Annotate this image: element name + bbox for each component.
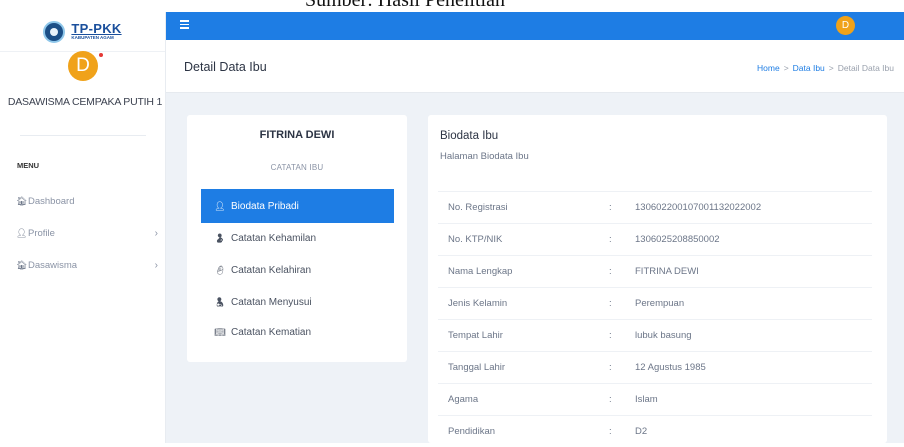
breadcrumb-separator: > xyxy=(783,63,789,73)
hamburger-icon[interactable] xyxy=(180,20,189,30)
profile-card: FITRINA DEWI CATATAN IBU 👤︎ Biodata Prib… xyxy=(187,115,407,362)
logo-subtitle: KABUPATEN AGAM xyxy=(71,35,114,41)
baby-icon: 👶︎ xyxy=(214,264,226,275)
table-row: Jenis Kelamin : Perempuan xyxy=(438,287,872,319)
field-colon: : xyxy=(609,330,612,341)
menu-label: Catatan Kelahiran xyxy=(231,264,312,276)
menu-heading: MENU xyxy=(17,161,40,170)
field-label: No. Registrasi xyxy=(448,202,508,213)
field-colon: : xyxy=(609,234,612,245)
menu-catatan-kelahiran[interactable]: 👶︎ Catatan Kelahiran xyxy=(201,253,394,287)
menu-label: Catatan Kehamilan xyxy=(231,232,317,244)
table-row: Tanggal Lahir : 12 Agustus 1985 xyxy=(438,351,872,383)
user-name: DASAWISMA CEMPAKA PUTIH 1 xyxy=(7,96,163,108)
sidebar-item-label: Dasawisma xyxy=(28,260,78,271)
menu-catatan-menyusui[interactable]: 🤱︎ Catatan Menyusui xyxy=(201,285,394,319)
breadcrumb: Home > Data Ibu > Detail Data Ibu xyxy=(757,63,894,73)
field-colon: : xyxy=(609,298,612,309)
logo-title: TP-PKK xyxy=(71,21,122,37)
profile-name: FITRINA DEWI xyxy=(259,129,335,141)
table-row: Pendidikan : D2 xyxy=(438,415,872,447)
chevron-right-icon: › xyxy=(154,228,158,239)
breadcrumb-separator: > xyxy=(828,63,834,73)
table-row: Tempat Lahir : lubuk basung xyxy=(438,319,872,351)
table-row: No. KTP/NIK : 1306025208850002 xyxy=(438,223,872,255)
menu-catatan-kehamilan[interactable]: 🤰︎ Catatan Kehamilan xyxy=(201,221,394,255)
field-colon: : xyxy=(609,266,612,277)
field-label: Tempat Lahir xyxy=(448,330,503,341)
logo[interactable]: TP-PKK KABUPATEN AGAM xyxy=(0,12,165,52)
sidebar-item-dasawisma[interactable]: 🏠︎ Dasawisma › xyxy=(16,260,158,271)
book-icon: 📖︎ xyxy=(214,326,226,337)
field-label: No. KTP/NIK xyxy=(448,234,503,245)
menu-catatan-kematian[interactable]: 📖︎ Catatan Kematian xyxy=(201,315,394,349)
field-value: Perempuan xyxy=(635,298,685,309)
home-icon: 🏠︎ xyxy=(16,196,28,206)
field-colon: : xyxy=(609,426,612,437)
field-value: FITRINA DEWI xyxy=(635,266,699,277)
biodata-table: No. Registrasi : 13060220010700113202200… xyxy=(438,191,872,447)
figure-caption: Sumber: Hasil Penelitian xyxy=(0,0,904,12)
field-label: Jenis Kelamin xyxy=(448,298,508,309)
table-row: Agama : Islam xyxy=(438,383,872,415)
divider xyxy=(20,135,146,136)
field-colon: : xyxy=(609,362,612,373)
breadcrumb-home[interactable]: Home xyxy=(757,63,780,73)
caption-text: Sumber: Hasil Penelitian xyxy=(305,0,505,11)
table-row: Nama Lengkap : FITRINA DEWI xyxy=(438,255,872,287)
field-label: Pendidikan xyxy=(448,426,496,437)
field-label: Agama xyxy=(448,394,479,405)
field-label: Tanggal Lahir xyxy=(448,362,506,373)
field-label: Nama Lengkap xyxy=(448,266,513,277)
biodata-title: Biodata Ibu xyxy=(440,130,499,142)
user-avatar-button[interactable]: D xyxy=(836,16,855,35)
pregnant-icon: 🤰︎ xyxy=(214,232,226,243)
field-value: Islam xyxy=(635,394,658,405)
field-colon: : xyxy=(609,202,612,213)
field-colon: : xyxy=(609,394,612,405)
menu-label: Biodata Pribadi xyxy=(231,200,299,212)
field-value: lubuk basung xyxy=(635,330,692,341)
field-value: 130602200107001132022002 xyxy=(635,202,762,213)
field-value: 12 Agustus 1985 xyxy=(635,362,706,373)
table-row: No. Registrasi : 13060220010700113202200… xyxy=(438,191,872,223)
menu-label: Catatan Menyusui xyxy=(231,296,312,308)
menu-label: Catatan Kematian xyxy=(231,326,312,338)
menu-biodata-pribadi[interactable]: 👤︎ Biodata Pribadi xyxy=(201,189,394,223)
online-indicator xyxy=(99,53,103,57)
breastfeeding-icon: 🤱︎ xyxy=(214,296,226,307)
breadcrumb-data-ibu[interactable]: Data Ibu xyxy=(793,63,825,73)
home-icon: 🏠︎ xyxy=(16,260,28,270)
sidebar-item-profile[interactable]: 👤︎ Profile › xyxy=(16,228,158,239)
user-icon: 👤︎ xyxy=(16,228,28,238)
avatar: D xyxy=(68,51,98,81)
emblem-icon xyxy=(43,20,66,43)
profile-subtitle: CATATAN IBU xyxy=(270,163,324,172)
breadcrumb-current: Detail Data Ibu xyxy=(837,63,894,73)
user-icon: 👤︎ xyxy=(214,200,226,211)
chevron-right-icon: › xyxy=(154,260,158,271)
sidebar-item-label: Dashboard xyxy=(28,196,75,207)
biodata-card: Biodata Ibu Halaman Biodata Ibu No. Regi… xyxy=(428,115,887,443)
page-header: Detail Data Ibu Home > Data Ibu > Detail… xyxy=(166,40,904,93)
field-value: 1306025208850002 xyxy=(635,234,720,245)
field-value: D2 xyxy=(635,426,648,437)
page-title: Detail Data Ibu xyxy=(184,60,267,74)
sidebar-item-label: Profile xyxy=(28,228,55,239)
biodata-subtitle: Halaman Biodata Ibu xyxy=(440,151,529,162)
top-navbar: D xyxy=(166,12,904,40)
sidebar-item-dashboard[interactable]: 🏠︎ Dashboard xyxy=(16,196,158,207)
